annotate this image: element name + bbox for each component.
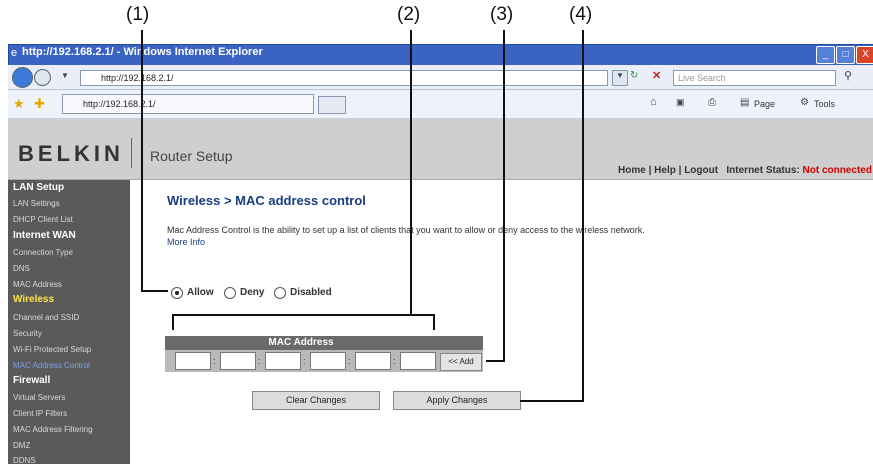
router-setup-title: Router Setup [150,148,233,164]
mac-octet-3-input[interactable] [265,352,301,370]
mac-address-header: MAC Address [268,337,334,348]
sidebar-item-client-ip-filters[interactable]: Client IP Filters [13,409,67,418]
sidebar-heading-lan-setup: LAN Setup [13,182,65,193]
more-info-link[interactable]: More Info [167,237,205,247]
mac-separator: : [303,356,306,366]
deny-label: Deny [240,287,265,298]
mac-octet-1-input[interactable] [175,352,211,370]
clear-changes-button[interactable]: Clear Changes [252,391,380,410]
page-description: Mac Address Control is the ability to se… [167,224,647,248]
sidebar-item-mac-address-control[interactable]: MAC Address Control [13,361,90,370]
mac-octet-6-input[interactable] [400,352,436,370]
maximize-button[interactable]: □ [836,46,855,64]
apply-changes-button[interactable]: Apply Changes [393,391,521,410]
sidebar-heading-firewall: Firewall [13,375,51,386]
sidebar-item-virtual-servers[interactable]: Virtual Servers [13,393,65,402]
page-menu[interactable]: Page [754,99,775,109]
search-icon[interactable]: ⚲ [844,69,852,82]
callout-2-bracket [172,314,174,330]
sidebar-item-wps[interactable]: Wi-Fi Protected Setup [13,345,91,354]
sidebar-item-connection-type[interactable]: Connection Type [13,248,73,257]
tools-icon[interactable]: ⚙ [800,97,809,108]
help-link[interactable]: Help [654,165,676,176]
mac-separator: : [258,356,261,366]
sidebar-item-mac-address-filtering[interactable]: MAC Address Filtering [13,425,93,434]
sidebar-heading-internet-wan: Internet WAN [13,230,76,241]
callout-3: (3) [490,4,514,25]
sidebar-item-dhcp-client-list[interactable]: DHCP Client List [13,215,73,224]
sidebar-item-dns[interactable]: DNS [13,264,30,273]
internet-status-value: Not connected [802,165,872,176]
belkin-logo: BELKIN [18,141,124,166]
favorites-star-icon[interactable]: ★ [13,96,25,112]
mac-octet-2-input[interactable] [220,352,256,370]
mac-separator: : [213,356,216,366]
allow-radio[interactable] [171,287,183,299]
callout-1-line [141,290,168,292]
top-links: Home | Help | Logout Internet Status: No… [618,165,872,176]
address-dropdown-icon[interactable]: ▼ [612,70,628,86]
refresh-icon[interactable]: ↻ [630,70,638,81]
disabled-radio[interactable] [274,287,286,299]
page-title: Wireless > MAC address control [167,193,366,208]
mac-separator: : [348,356,351,366]
logout-link[interactable]: Logout [684,165,718,176]
callout-4-line [582,30,584,402]
add-mac-button[interactable]: << Add [440,353,482,371]
address-input[interactable]: http://192.168.2.1/ [80,70,608,86]
callout-3-line [503,30,505,362]
new-tab-button[interactable] [318,96,346,114]
minimize-button[interactable]: _ [816,46,835,64]
disabled-label: Disabled [290,287,332,298]
description-text: Mac Address Control is the ability to se… [167,225,645,235]
logo-divider [131,138,132,168]
add-favorite-icon[interactable]: ✚ [34,96,45,112]
callout-4-line [520,400,584,402]
tab-current[interactable]: http://192.168.2.1/ [62,94,314,114]
search-input[interactable]: Live Search [673,70,836,86]
page-icon[interactable]: ▤ [740,97,749,108]
home-link[interactable]: Home [618,165,646,176]
print-icon[interactable]: ⎙ [708,97,716,108]
callout-2: (2) [397,4,421,25]
sidebar-item-mac-address[interactable]: MAC Address [13,280,62,289]
forward-icon[interactable] [34,69,51,86]
callout-1: (1) [126,4,150,25]
mac-octet-4-input[interactable] [310,352,346,370]
sidebar-item-dmz[interactable]: DMZ [13,441,30,450]
callout-4: (4) [569,4,593,25]
callout-2-bracket [172,314,435,316]
sidebar-item-security[interactable]: Security [13,329,42,338]
allow-label: Allow [187,287,214,298]
sidebar-heading-wireless: Wireless [13,294,55,305]
callout-3-line [486,360,505,362]
deny-radio[interactable] [224,287,236,299]
history-dropdown-icon[interactable]: ▼ [61,71,69,80]
mac-separator: : [393,356,396,366]
back-icon[interactable] [12,67,33,88]
callout-2-line [410,30,412,316]
close-button[interactable]: X [856,46,873,64]
callout-2-bracket [433,314,435,330]
callout-1-line [141,30,143,291]
sidebar-item-channel-ssid[interactable]: Channel and SSID [13,313,79,322]
sidebar-item-lan-settings[interactable]: LAN Settings [13,199,60,208]
internet-status-label: Internet Status: [726,165,800,176]
feeds-icon[interactable]: ▣ [676,97,685,108]
mac-octet-5-input[interactable] [355,352,391,370]
ie-icon: e [11,47,18,59]
tools-menu[interactable]: Tools [814,99,835,109]
home-icon[interactable]: ⌂ [650,96,657,108]
stop-icon[interactable]: ✕ [652,69,661,82]
